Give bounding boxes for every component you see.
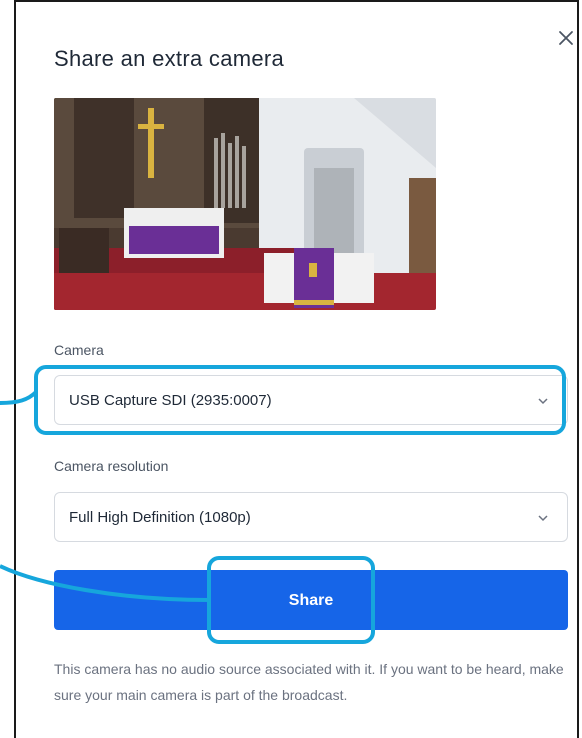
audio-note: This camera has no audio source associat… bbox=[54, 661, 564, 703]
chevron-down-icon bbox=[538, 398, 548, 405]
share-button-label: Share bbox=[288, 592, 334, 609]
close-icon bbox=[559, 31, 573, 45]
camera-select[interactable]: USB Capture SDI (2935:0007) bbox=[54, 375, 568, 425]
share-button[interactable]: Share bbox=[54, 570, 568, 630]
resolution-select[interactable]: Full High Definition (1080p) bbox=[54, 492, 568, 542]
camera-label: Camera bbox=[54, 342, 104, 358]
chevron-down-icon bbox=[538, 515, 548, 522]
dialog-title: Share an extra camera bbox=[54, 46, 285, 71]
share-camera-dialog: Share an extra camera Camera USB Capture… bbox=[14, 0, 579, 738]
close-button[interactable] bbox=[554, 26, 578, 50]
camera-preview-image bbox=[54, 98, 436, 310]
camera-select-value: USB Capture SDI (2935:0007) bbox=[69, 392, 272, 409]
resolution-select-value: Full High Definition (1080p) bbox=[69, 509, 251, 526]
resolution-label: Camera resolution bbox=[54, 458, 169, 474]
